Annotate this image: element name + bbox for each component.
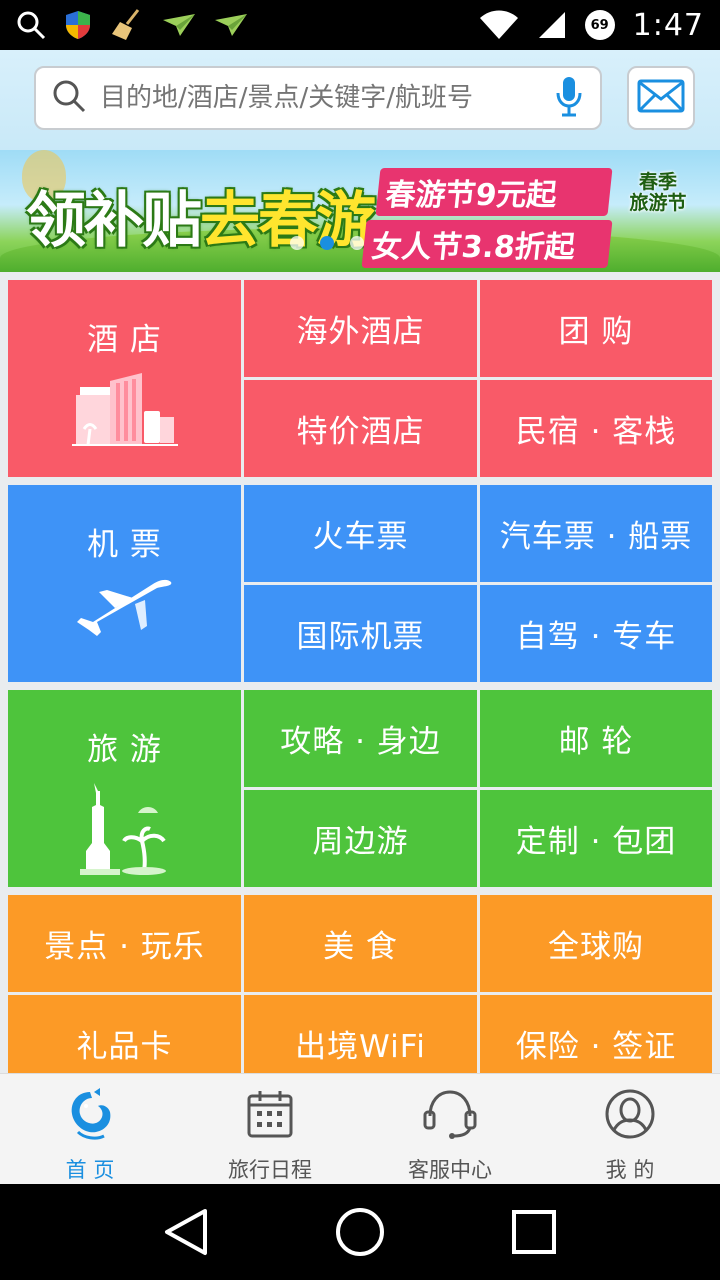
flight-button[interactable]: 机 票: [8, 485, 241, 682]
mail-icon: [637, 79, 685, 117]
flight-section: 机 票 火车票 汽车票 · 船票 国际机票 自驾 · 专车: [8, 485, 712, 682]
back-icon[interactable]: [163, 1207, 209, 1257]
tab-profile[interactable]: 我 的: [540, 1074, 720, 1184]
carousel-dot[interactable]: [290, 236, 304, 250]
status-bar-right: 69 1:47: [479, 8, 704, 43]
attractions-fun-button[interactable]: 景点 · 玩乐: [8, 895, 241, 992]
travel-button[interactable]: 旅 游: [8, 690, 241, 887]
broom-icon: [110, 8, 144, 42]
carousel-dot[interactable]: [350, 236, 364, 250]
system-nav-bar: [0, 1184, 720, 1280]
promo-banner[interactable]: 领补贴去春游 春游节9元起 女人节3.8折起 春季 旅游节: [0, 150, 720, 272]
more-services-section: 景点 · 玩乐 美 食 全球购 礼品卡 出境WiFi 保险 · 签证: [8, 895, 712, 1092]
search-icon: [52, 79, 86, 117]
status-bar: 69 1:47: [0, 0, 720, 50]
status-bar-left: [16, 8, 248, 42]
user-icon: [604, 1086, 656, 1142]
airplane-icon: [75, 578, 175, 646]
calendar-icon: [246, 1086, 294, 1142]
statue-of-liberty-icon: [79, 783, 170, 883]
banner-promo: 春游节9元起 女人节3.8折起: [361, 168, 613, 268]
global-shopping-button[interactable]: 全球购: [480, 895, 712, 992]
status-time: 1:47: [632, 7, 704, 43]
recent-apps-icon[interactable]: [511, 1209, 557, 1255]
paper-plane-icon: [162, 12, 196, 38]
paper-plane-icon: [214, 12, 248, 38]
tab-home[interactable]: 首 页: [0, 1074, 180, 1184]
promo-line-2: 女人节3.8折起: [361, 220, 613, 268]
hotel-label: 酒 店: [87, 322, 162, 358]
search-box[interactable]: [34, 66, 602, 130]
wifi-icon: [479, 10, 519, 40]
guides-nearby-button[interactable]: 攻略 · 身边: [244, 690, 477, 787]
tab-profile-label: 我 的: [605, 1158, 655, 1182]
search-icon: [16, 10, 46, 40]
tab-itinerary[interactable]: 旅行日程: [180, 1074, 360, 1184]
microphone-icon[interactable]: [554, 75, 584, 121]
dolphin-icon: [64, 1086, 116, 1142]
promo-line-1: 春游节9元起: [375, 168, 613, 216]
hotel-button[interactable]: 酒 店: [8, 280, 241, 477]
custom-group-tour-button[interactable]: 定制 · 包团: [480, 790, 712, 887]
self-drive-car-button[interactable]: 自驾 · 专车: [480, 585, 712, 682]
spring-festival-logo: 春季 旅游节: [612, 160, 704, 226]
travel-label: 旅 游: [87, 732, 162, 768]
hotel-section: 酒 店 海外酒店 团 购 特价酒店 民宿 · 客栈: [8, 280, 712, 477]
bus-ship-ticket-button[interactable]: 汽车票 · 船票: [480, 485, 712, 582]
carousel-dots: [290, 236, 364, 250]
headset-icon: [422, 1086, 478, 1142]
battery-badge: 69: [584, 10, 615, 40]
overseas-hotel-button[interactable]: 海外酒店: [244, 280, 477, 377]
tab-itinerary-label: 旅行日程: [228, 1158, 312, 1182]
travel-section: 旅 游 攻略 · 身边 邮 轮 周边游 定制 · 包团: [8, 690, 712, 887]
header: [0, 50, 720, 150]
cellular-signal-icon: [537, 10, 567, 40]
banner-title-part1: 领补贴: [26, 186, 202, 256]
search-input[interactable]: [100, 83, 554, 113]
message-button[interactable]: [627, 66, 695, 130]
homestay-inn-button[interactable]: 民宿 · 客栈: [480, 380, 712, 477]
carousel-dot-active[interactable]: [320, 236, 334, 250]
discount-hotel-button[interactable]: 特价酒店: [244, 380, 477, 477]
train-ticket-button[interactable]: 火车票: [244, 485, 477, 582]
cruise-button[interactable]: 邮 轮: [480, 690, 712, 787]
service-grid: 酒 店 海外酒店 团 购 特价酒店 民宿 · 客栈 机 票 火车票 汽车票 · …: [8, 280, 712, 1100]
bottom-tab-bar: 首 页 旅行日程 客服中心 我 的: [0, 1073, 720, 1184]
local-tour-button[interactable]: 周边游: [244, 790, 477, 887]
tab-customer-service-label: 客服中心: [408, 1158, 492, 1182]
flight-label: 机 票: [87, 527, 162, 563]
tab-home-label: 首 页: [65, 1158, 115, 1182]
food-button[interactable]: 美 食: [244, 895, 477, 992]
tab-customer-service[interactable]: 客服中心: [360, 1074, 540, 1184]
logo-line-2: 旅游节: [629, 192, 687, 214]
shield-icon: [64, 10, 92, 40]
international-flight-button[interactable]: 国际机票: [244, 585, 477, 682]
hotel-building-icon: [70, 373, 180, 457]
group-buy-button[interactable]: 团 购: [480, 280, 712, 377]
home-icon[interactable]: [334, 1206, 386, 1258]
logo-line-1: 春季: [638, 171, 677, 194]
